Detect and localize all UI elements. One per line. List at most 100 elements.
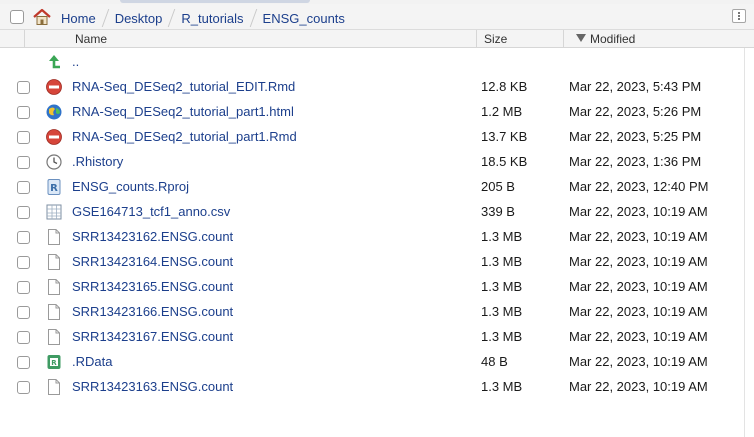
file-icon — [45, 328, 63, 346]
sort-descending-icon[interactable] — [576, 34, 586, 42]
file-modified: Mar 22, 2023, 10:19 AM — [569, 304, 708, 319]
file-size: 13.7 KB — [481, 129, 528, 144]
row-checkbox[interactable] — [17, 331, 30, 344]
svg-text:R: R — [51, 359, 57, 367]
file-size: 205 B — [481, 179, 515, 194]
vertical-scrollbar[interactable] — [744, 48, 754, 437]
file-row[interactable]: RNA-Seq_DESeq2_tutorial_part1.Rmd 13.7 KB… — [0, 125, 740, 150]
breadcrumb-separator — [101, 9, 109, 27]
row-checkbox[interactable] — [17, 306, 30, 319]
row-checkbox[interactable] — [17, 281, 30, 294]
row-checkbox[interactable] — [17, 231, 30, 244]
home-icon[interactable] — [32, 8, 52, 26]
html-icon — [45, 103, 63, 121]
rproj-icon: R — [45, 178, 63, 196]
file-size: 1.3 MB — [481, 279, 523, 294]
file-row[interactable]: SRR13423164.ENSG.count 1.3 MB Mar 22, 2023… — [0, 250, 740, 275]
file-row[interactable]: GSE164713_tcf1_anno.csv 339 B Mar 22, 2023… — [0, 200, 740, 225]
rmd-icon — [45, 78, 63, 96]
file-icon — [45, 228, 63, 246]
file-row[interactable]: SRR13423163.ENSG.count 1.3 MB Mar 22, 2023… — [0, 375, 740, 400]
file-size: 1.3 MB — [481, 329, 523, 344]
file-row[interactable]: R .RData 48 B Mar 22, 2023, 10:19 AM — [0, 350, 740, 375]
breadcrumb: Home Desktop R_tutorials ENSG_counts — [0, 4, 754, 30]
file-size: 18.5 KB — [481, 154, 528, 169]
rdata-icon: R — [45, 353, 63, 371]
file-icon — [45, 303, 63, 321]
file-size: 1.2 MB — [481, 104, 523, 119]
row-checkbox[interactable] — [17, 106, 30, 119]
file-name-link[interactable]: .RData — [72, 354, 112, 369]
file-icon — [45, 378, 63, 396]
file-size: 1.3 MB — [481, 379, 523, 394]
file-name-link[interactable]: ENSG_counts.Rproj — [72, 179, 189, 194]
file-size: 1.3 MB — [481, 254, 523, 269]
file-name-link[interactable]: .Rhistory — [72, 154, 123, 169]
file-name-link[interactable]: SRR13423163.ENSG.count — [72, 379, 233, 394]
breadcrumb-ensg-counts[interactable]: ENSG_counts — [263, 11, 345, 26]
file-modified: Mar 22, 2023, 10:19 AM — [569, 279, 708, 294]
file-row[interactable]: SRR13423165.ENSG.count 1.3 MB Mar 22, 2023… — [0, 275, 740, 300]
file-row[interactable]: .Rhistory 18.5 KB Mar 22, 2023, 1:36 PM — [0, 150, 740, 175]
file-name-link[interactable]: SRR13423164.ENSG.count — [72, 254, 233, 269]
select-all-checkbox[interactable] — [10, 10, 24, 24]
file-row[interactable]: R ENSG_counts.Rproj 205 B Mar 22, 2023, 12:… — [0, 175, 740, 200]
row-checkbox[interactable] — [17, 81, 30, 94]
row-checkbox[interactable] — [17, 156, 30, 169]
parent-directory-link[interactable]: .. — [72, 54, 79, 69]
up-arrow-icon[interactable] — [45, 53, 63, 71]
row-checkbox[interactable] — [17, 206, 30, 219]
breadcrumb-home[interactable]: Home — [61, 11, 96, 26]
file-modified: Mar 22, 2023, 10:19 AM — [569, 254, 708, 269]
file-size: 1.3 MB — [481, 304, 523, 319]
column-header-name[interactable]: Name — [75, 32, 107, 46]
file-list-header: Name Size Modified — [0, 30, 754, 48]
file-name-link[interactable]: RNA-Seq_DESeq2_tutorial_EDIT.Rmd — [72, 79, 295, 94]
file-modified: Mar 22, 2023, 10:19 AM — [569, 329, 708, 344]
file-size: 12.8 KB — [481, 79, 528, 94]
parent-directory-row[interactable]: .. — [0, 50, 740, 75]
row-checkbox[interactable] — [17, 356, 30, 369]
file-modified: Mar 22, 2023, 10:19 AM — [569, 204, 708, 219]
more-options-icon[interactable] — [732, 9, 746, 23]
row-checkbox[interactable] — [17, 181, 30, 194]
file-row[interactable]: RNA-Seq_DESeq2_tutorial_EDIT.Rmd 12.8 KB M… — [0, 75, 740, 100]
breadcrumb-r-tutorials[interactable]: R_tutorials — [181, 11, 243, 26]
file-row[interactable]: SRR13423166.ENSG.count 1.3 MB Mar 22, 2023… — [0, 300, 740, 325]
breadcrumb-trail: Home Desktop R_tutorials ENSG_counts — [61, 9, 345, 27]
file-row[interactable]: RNA-Seq_DESeq2_tutorial_part1.html 1.2 MB… — [0, 100, 740, 125]
row-checkbox[interactable] — [17, 131, 30, 144]
breadcrumb-separator — [168, 9, 176, 27]
file-name-link[interactable]: GSE164713_tcf1_anno.csv — [72, 204, 230, 219]
file-row[interactable]: SRR13423162.ENSG.count 1.3 MB Mar 22, 2023… — [0, 225, 740, 250]
file-size: 339 B — [481, 204, 515, 219]
file-name-link[interactable]: SRR13423167.ENSG.count — [72, 329, 233, 344]
file-name-link[interactable]: SRR13423162.ENSG.count — [72, 229, 233, 244]
row-checkbox[interactable] — [17, 381, 30, 394]
file-modified: Mar 22, 2023, 10:19 AM — [569, 379, 708, 394]
breadcrumb-desktop[interactable]: Desktop — [115, 11, 163, 26]
tab-shadow — [120, 0, 310, 3]
rmd-icon — [45, 128, 63, 146]
file-modified: Mar 22, 2023, 5:26 PM — [569, 104, 702, 119]
file-modified: Mar 22, 2023, 5:25 PM — [569, 129, 702, 144]
csv-icon — [45, 203, 63, 221]
file-name-link[interactable]: SRR13423165.ENSG.count — [72, 279, 233, 294]
file-modified: Mar 22, 2023, 10:19 AM — [569, 229, 708, 244]
file-name-link[interactable]: RNA-Seq_DESeq2_tutorial_part1.html — [72, 104, 294, 119]
file-size: 48 B — [481, 354, 508, 369]
file-icon — [45, 253, 63, 271]
file-row[interactable]: SRR13423167.ENSG.count 1.3 MB Mar 22, 2023… — [0, 325, 740, 350]
column-header-modified[interactable]: Modified — [590, 32, 635, 46]
file-name-link[interactable]: SRR13423166.ENSG.count — [72, 304, 233, 319]
file-name-link[interactable]: RNA-Seq_DESeq2_tutorial_part1.Rmd — [72, 129, 297, 144]
file-icon — [45, 278, 63, 296]
history-icon — [45, 153, 63, 171]
column-header-size[interactable]: Size — [484, 32, 507, 46]
file-size: 1.3 MB — [481, 229, 523, 244]
row-checkbox[interactable] — [17, 256, 30, 269]
svg-text:R: R — [50, 183, 58, 194]
file-modified: Mar 22, 2023, 1:36 PM — [569, 154, 702, 169]
file-modified: Mar 22, 2023, 10:19 AM — [569, 354, 708, 369]
breadcrumb-separator — [249, 9, 257, 27]
